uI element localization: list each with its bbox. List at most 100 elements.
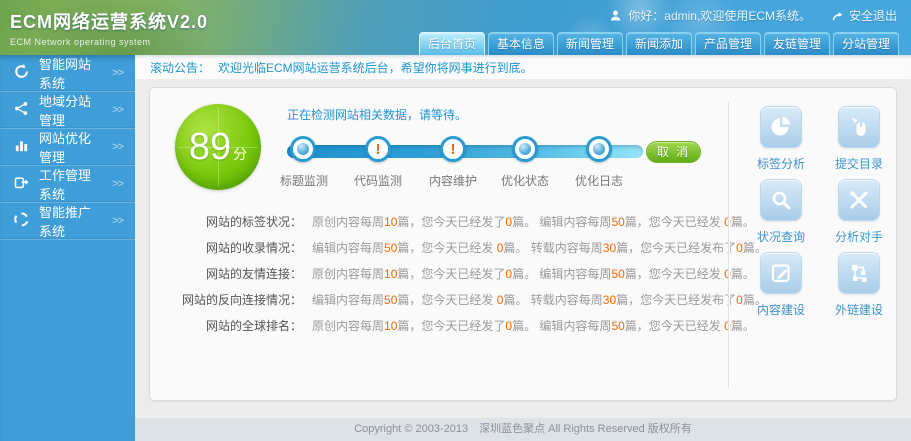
user-icon (609, 9, 622, 22)
sphere-icon (297, 143, 309, 155)
stat-label: 网站的全球排名： (205, 318, 302, 333)
sidebar-item-work-manage[interactable]: 工作管理系统 >> (0, 166, 135, 203)
stat-row-friend-links: 网站的友情连接： 原创内容每周10篇，您今天已经发了0篇。 编辑内容每周50篇，… (150, 260, 755, 286)
chevron-right-icon: >> (112, 104, 124, 116)
sidebar-item-region-subsite[interactable]: 地域分站管理 >> (0, 92, 135, 129)
panel-divider (728, 102, 729, 388)
action-analyze-competitors[interactable]: 分析对手 (835, 179, 883, 245)
action-label: 内容建设 (756, 303, 805, 317)
user-bar: 你好：admin,欢迎使用ECM系统。 安全退出 (609, 7, 897, 24)
edit-icon (759, 252, 802, 294)
announcement-label: 滚动公告： (150, 60, 211, 75)
stat-text: 编辑内容每周50篇，您今天已经发 0篇。 转载内容每周30篇，您今天已经发布了0… (312, 240, 767, 255)
stat-label: 网站的反向连接情况： (181, 292, 302, 307)
stat-row-backlinks: 网站的反向连接情况： 编辑内容每周50篇，您今天已经发 0篇。 转载内容每周30… (150, 286, 767, 312)
app-logo: ECM网络运营系统V2.0 ECM Network operating syst… (10, 8, 208, 47)
cancel-button[interactable]: 取 消 (646, 141, 701, 163)
monitor-panel: 89 分 正在检测网站相关数据，请等待。 ! ! 标题监测 代码监测 内容维护 … (149, 87, 897, 401)
sidebar: 智能网站系统 >> 地域分站管理 >> 网站优化管理 >> 工作管理系统 >> … (0, 55, 135, 441)
quick-actions-grid: 标签分析 提交目录 状况查询 分析对手 内容建设 外链建设 (742, 106, 898, 318)
sidebar-item-seo-manage[interactable]: 网站优化管理 >> (0, 129, 135, 166)
action-content-building[interactable]: 内容建设 (757, 252, 805, 318)
score-unit: 分 (233, 146, 248, 162)
refresh-icon (13, 63, 30, 83)
score-value: 89 (188, 125, 232, 168)
warning-icon: ! (375, 140, 381, 158)
sphere-icon (593, 143, 605, 155)
step-label: 优化日志 (574, 174, 623, 188)
stat-row-indexing: 网站的收录情况： 编辑内容每周50篇，您今天已经发 0篇。 转载内容每周30篇，… (150, 234, 767, 260)
warning-icon: ! (450, 140, 456, 158)
step-node-title-monitor (290, 136, 316, 162)
tools-icon (837, 179, 880, 221)
step-node-optimize-log (586, 136, 612, 162)
stat-label: 网站的友情连接： (205, 266, 302, 281)
export-icon (13, 174, 30, 194)
sidebar-item-label: 智能推广系统 (39, 205, 92, 239)
sidebar-item-label: 工作管理系统 (39, 168, 92, 202)
step-node-content-maintain: ! (440, 136, 466, 162)
app-header: ECM网络运营系统V2.0 ECM Network operating syst… (0, 0, 911, 55)
search-icon (759, 179, 802, 221)
action-submit-directory[interactable]: 提交目录 (835, 106, 883, 172)
tab-subsite-manage[interactable]: 分站管理 (832, 32, 899, 55)
sidebar-item-smart-website[interactable]: 智能网站系统 >> (0, 55, 135, 92)
chevron-right-icon: >> (112, 67, 124, 79)
action-external-links[interactable]: 外链建设 (835, 252, 883, 318)
logout-button[interactable]: 安全退出 (831, 7, 897, 24)
tab-home[interactable]: 后台首页 (418, 32, 485, 55)
action-label: 外链建设 (834, 303, 883, 317)
sidebar-item-label: 地域分站管理 (39, 94, 92, 128)
tab-links-manage[interactable]: 友链管理 (763, 32, 830, 55)
score-badge: 89 分 (175, 104, 261, 190)
network-icon (13, 100, 30, 120)
action-label: 分析对手 (834, 230, 883, 244)
main-nav-tabs: 后台首页 基本信息 新闻管理 新闻添加 产品管理 友链管理 分站管理 (418, 32, 899, 55)
stat-text: 原创内容每周10篇，您今天已经发了0篇。 编辑内容每周50篇，您今天已经发 0篇… (312, 214, 755, 229)
step-label: 优化状态 (500, 174, 549, 188)
tab-news-add[interactable]: 新闻添加 (625, 32, 692, 55)
footer-copyright: Copyright © 2003-2013 深圳蓝色聚点 All Rights … (135, 418, 911, 441)
sidebar-item-smart-promotion[interactable]: 智能推广系统 >> (0, 203, 135, 240)
step-label: 代码监测 (353, 174, 402, 188)
stat-row-tags: 网站的标签状况： 原创内容每周10篇，您今天已经发了0篇。 编辑内容每周50篇，… (150, 208, 755, 234)
tab-news-manage[interactable]: 新闻管理 (556, 32, 623, 55)
app-subtitle: ECM Network operating system (10, 37, 151, 47)
stat-text: 编辑内容每周50篇，您今天已经发 0篇。 转载内容每周30篇，您今天已经发布了0… (312, 292, 767, 307)
action-label: 提交目录 (834, 157, 883, 171)
bar-chart-icon (13, 137, 30, 157)
tab-product-manage[interactable]: 产品管理 (694, 32, 761, 55)
stat-label: 网站的收录情况： (205, 240, 302, 255)
action-label: 状况查询 (756, 230, 805, 244)
site-stats-list: 网站的标签状况： 原创内容每周10篇，您今天已经发了0篇。 编辑内容每周50篇，… (150, 208, 767, 338)
sitemap-icon (837, 252, 880, 294)
app-title: ECM网络运营系统V2.0 (10, 12, 209, 32)
step-node-optimize-status (512, 136, 538, 162)
logout-label: 安全退出 (848, 9, 897, 23)
pie-chart-icon (759, 106, 802, 148)
announcement-bar: 滚动公告： 欢迎光临ECM网站运营系统后台，希望你将网事进行到底。 (135, 55, 911, 79)
tab-basic-info[interactable]: 基本信息 (487, 32, 554, 55)
sidebar-item-label: 网站优化管理 (39, 131, 92, 165)
logout-arrow-icon (831, 10, 845, 22)
scan-status-message: 正在检测网站相关数据，请等待。 (287, 108, 468, 122)
sphere-icon (519, 143, 531, 155)
user-greeting: 你好：admin,欢迎使用ECM系统。 (628, 9, 811, 23)
stat-label: 网站的标签状况： (205, 214, 302, 229)
stat-text: 原创内容每周10篇，您今天已经发了0篇。 编辑内容每周50篇，您今天已经发 0篇… (312, 266, 755, 281)
action-label: 标签分析 (756, 157, 805, 171)
step-label: 标题监测 (279, 174, 328, 188)
step-node-code-monitor: ! (365, 136, 391, 162)
main-content: 滚动公告： 欢迎光临ECM网站运营系统后台，希望你将网事进行到底。 89 分 正… (135, 55, 911, 441)
action-tag-analysis[interactable]: 标签分析 (757, 106, 805, 172)
announcement-text: 欢迎光临ECM网站运营系统后台，希望你将网事进行到底。 (218, 60, 533, 75)
action-status-query[interactable]: 状况查询 (757, 179, 805, 245)
sidebar-item-label: 智能网站系统 (39, 57, 92, 91)
mouse-icon (837, 106, 880, 148)
step-label: 内容维护 (428, 174, 477, 188)
stat-row-global-rank: 网站的全球排名： 原创内容每周10篇，您今天已经发了0篇。 编辑内容每周50篇，… (150, 312, 755, 338)
chevron-right-icon: >> (112, 178, 124, 190)
promote-icon (13, 211, 30, 231)
stat-text: 原创内容每周10篇，您今天已经发了0篇。 编辑内容每周50篇，您今天已经发 0篇… (312, 318, 755, 333)
chevron-right-icon: >> (112, 215, 124, 227)
